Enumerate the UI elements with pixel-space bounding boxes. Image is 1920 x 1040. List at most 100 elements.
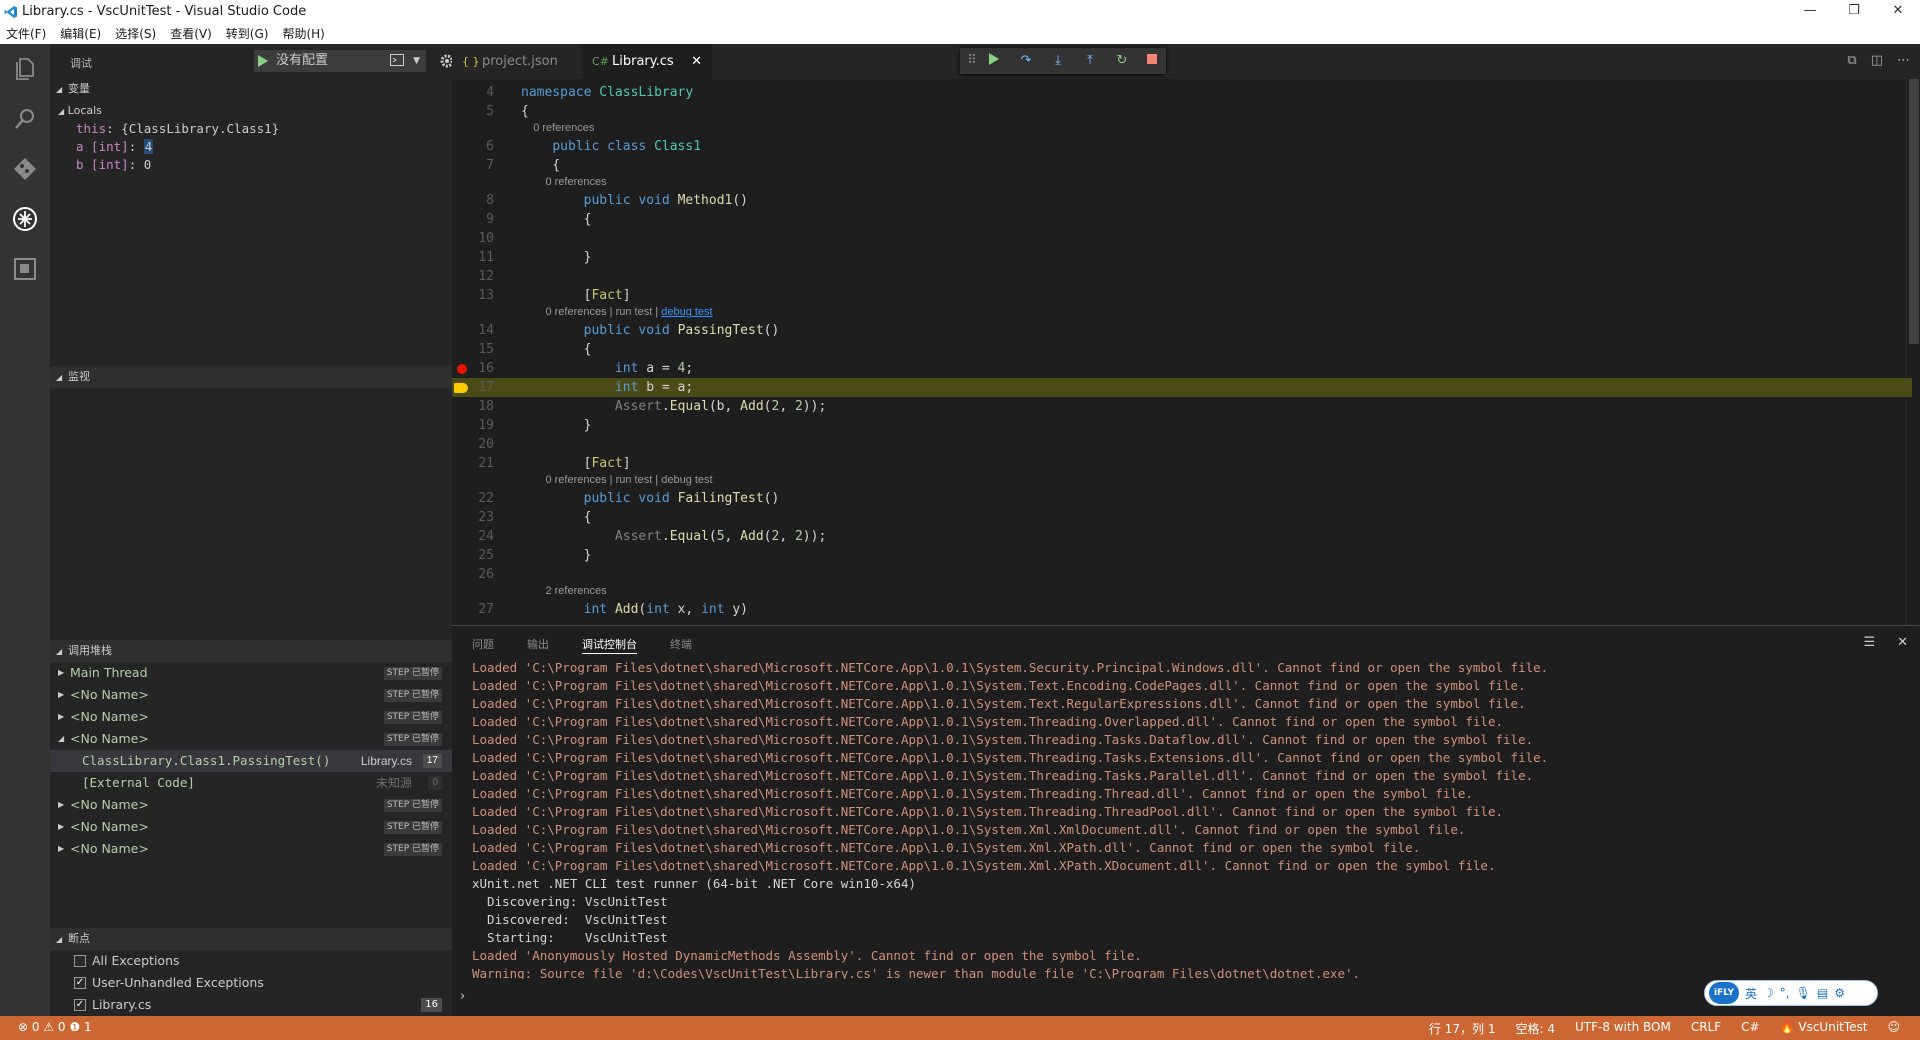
split-editor-icon[interactable]: ◫ bbox=[1871, 53, 1883, 68]
step-over-icon[interactable]: ↷ bbox=[1018, 53, 1034, 69]
thread-row[interactable]: ▶ <No Name> STEP 已暂停 bbox=[50, 794, 452, 816]
code-line[interactable]: 14 public void PassingTest() bbox=[452, 321, 1912, 340]
menu-edit[interactable]: 编辑(E) bbox=[60, 24, 101, 44]
thread-row[interactable]: ◢ <No Name> STEP 已暂停 bbox=[50, 728, 452, 750]
code-line[interactable]: 21 [Fact] bbox=[452, 454, 1912, 473]
menu-help[interactable]: 帮助(H) bbox=[282, 24, 324, 44]
code-line[interactable]: 11 } bbox=[452, 248, 1912, 267]
code-line[interactable]: 12 bbox=[452, 267, 1912, 286]
stack-frame-row[interactable]: [External Code] 未知源 0 bbox=[50, 772, 452, 794]
watch-section-header[interactable]: ◢ 监视 bbox=[50, 366, 452, 388]
code-line[interactable]: 27 int Add(int x, int y) bbox=[452, 600, 1912, 619]
ifly-logo[interactable]: iFLY bbox=[1709, 982, 1739, 1004]
menu-selection[interactable]: 选择(S) bbox=[115, 24, 156, 44]
open-changes-icon[interactable]: ⧉ bbox=[1847, 53, 1856, 68]
breakpoints-section-header[interactable]: ◢ 断点 bbox=[50, 928, 452, 950]
close-tab-icon[interactable]: ✕ bbox=[691, 44, 702, 79]
variables-section-header[interactable]: ◢ 变量 bbox=[50, 78, 452, 100]
code-line[interactable]: 8 public void Method1() bbox=[452, 191, 1912, 210]
more-actions-icon[interactable]: ⋯ bbox=[1897, 53, 1910, 68]
restore-button[interactable]: ❐ bbox=[1832, 0, 1876, 24]
gear-icon[interactable]: ⚙ bbox=[1834, 986, 1845, 1000]
close-panel-icon[interactable]: ✕ bbox=[1897, 635, 1908, 650]
info-indicator[interactable]: ❶ 1 bbox=[69, 1020, 91, 1034]
thread-row[interactable]: ▶ Main Thread STEP 已暂停 bbox=[50, 662, 452, 684]
files-icon[interactable] bbox=[12, 56, 38, 82]
drag-handle-icon[interactable]: ⠿ bbox=[964, 53, 980, 69]
current-code-line[interactable]: 17 int b = a; bbox=[452, 378, 1912, 397]
stop-icon[interactable] bbox=[1144, 53, 1160, 69]
code-line[interactable]: 15 { bbox=[452, 340, 1912, 359]
tab-library-cs[interactable]: C# Library.cs ✕ bbox=[582, 44, 712, 79]
console-icon[interactable] bbox=[390, 54, 404, 66]
project-indicator[interactable]: 🔥 VscUnitTest bbox=[1780, 1020, 1868, 1037]
debug-test-link[interactable]: debug test bbox=[661, 306, 712, 318]
step-out-icon[interactable]: ⤒ bbox=[1082, 53, 1098, 69]
language-mode[interactable]: C# bbox=[1741, 1020, 1759, 1037]
breakpoint-checkbox[interactable]: ✓ bbox=[74, 977, 86, 989]
line-endings[interactable]: CRLF bbox=[1691, 1020, 1721, 1037]
menu-view[interactable]: 查看(V) bbox=[170, 24, 212, 44]
tab-debug-console[interactable]: 调试控制台 bbox=[582, 636, 637, 654]
code-lens[interactable]: 0 references | run test | debug test bbox=[521, 473, 1920, 488]
variable-row[interactable]: b [int]: 0 bbox=[50, 154, 452, 176]
ime-lang-toggle[interactable]: 英 bbox=[1745, 985, 1757, 1002]
callstack-section-header[interactable]: ◢ 调用堆栈 bbox=[50, 640, 452, 662]
code-line[interactable]: 5{ bbox=[452, 102, 1912, 121]
clear-console-icon[interactable]: ☰ bbox=[1863, 635, 1875, 650]
code-lens[interactable]: 2 references bbox=[521, 584, 1920, 599]
console-prompt[interactable]: › bbox=[460, 989, 465, 1004]
code-lens[interactable]: 0 references bbox=[521, 175, 1920, 190]
warnings-indicator[interactable]: ⚠ 0 bbox=[43, 1020, 65, 1034]
code-lens[interactable]: 0 references | run test | debug test bbox=[521, 305, 1920, 320]
punctuation-icon[interactable]: °, bbox=[1780, 986, 1790, 1000]
tab-project-json[interactable]: { } project.json bbox=[452, 44, 582, 79]
start-debug-icon[interactable] bbox=[258, 55, 268, 67]
keyboard-icon[interactable]: ▤ bbox=[1817, 986, 1828, 1000]
indentation[interactable]: 空格: 4 bbox=[1515, 1020, 1555, 1037]
breakpoint-row[interactable]: ✓ User-Unhandled Exceptions bbox=[50, 972, 452, 994]
thread-row[interactable]: ▶ <No Name> STEP 已暂停 bbox=[50, 816, 452, 838]
code-lens[interactable]: 0 references bbox=[521, 121, 1920, 136]
code-line[interactable]: 25 } bbox=[452, 546, 1912, 565]
extensions-icon[interactable] bbox=[12, 256, 38, 282]
code-line[interactable]: 4 namespace ClassLibrary bbox=[452, 83, 1912, 102]
feedback-icon[interactable]: ☺ bbox=[1887, 1020, 1900, 1037]
thread-row[interactable]: ▶ <No Name> STEP 已暂停 bbox=[50, 684, 452, 706]
step-into-icon[interactable]: ⤓ bbox=[1050, 53, 1066, 69]
microphone-icon[interactable]: 🎙 bbox=[1796, 986, 1811, 1000]
breakpoint-row[interactable]: All Exceptions bbox=[50, 950, 452, 972]
code-line[interactable]: 23 { bbox=[452, 508, 1912, 527]
menu-go[interactable]: 转到(G) bbox=[226, 24, 269, 44]
breakpoint-checkbox[interactable] bbox=[74, 955, 86, 967]
stack-frame-row[interactable]: ClassLibrary.Class1.PassingTest() Library… bbox=[50, 750, 452, 772]
git-icon[interactable] bbox=[12, 156, 38, 182]
code-line[interactable]: 19 } bbox=[452, 416, 1912, 435]
debug-icon[interactable] bbox=[12, 206, 38, 232]
code-line[interactable]: 24 Assert.Equal(5, Add(2, 2)); bbox=[452, 527, 1912, 546]
code-line[interactable]: 6 public class Class1 bbox=[452, 137, 1912, 156]
errors-indicator[interactable]: ⊗ 0 bbox=[18, 1020, 40, 1034]
code-line[interactable]: 20 bbox=[452, 435, 1912, 454]
search-icon[interactable] bbox=[12, 106, 38, 132]
tab-problems[interactable]: 问题 bbox=[472, 636, 494, 654]
code-line[interactable]: 26 bbox=[452, 565, 1912, 584]
breakpoint-row[interactable]: ✓ Library.cs 16 bbox=[50, 994, 452, 1016]
code-line[interactable]: 7 { bbox=[452, 156, 1912, 175]
restart-icon[interactable]: ↻ bbox=[1114, 53, 1130, 69]
thread-row[interactable]: ▶ <No Name> STEP 已暂停 bbox=[50, 838, 452, 860]
code-line[interactable]: 13 [Fact] bbox=[452, 286, 1912, 305]
breakpoint-checkbox[interactable]: ✓ bbox=[74, 999, 86, 1011]
continue-icon[interactable] bbox=[986, 53, 1002, 69]
moon-icon[interactable]: ☽ bbox=[1763, 986, 1774, 1000]
code-line[interactable]: 16 int a = 4; bbox=[452, 359, 1912, 378]
code-line[interactable]: 10 bbox=[452, 229, 1912, 248]
close-window-button[interactable]: ✕ bbox=[1876, 0, 1920, 24]
encoding[interactable]: UTF-8 with BOM bbox=[1575, 1020, 1671, 1037]
code-line[interactable]: 22 public void FailingTest() bbox=[452, 489, 1912, 508]
menu-file[interactable]: 文件(F) bbox=[6, 24, 46, 44]
code-line[interactable]: 9 { bbox=[452, 210, 1912, 229]
cursor-position[interactable]: 行 17，列 1 bbox=[1429, 1020, 1496, 1037]
minimize-button[interactable]: — bbox=[1788, 0, 1832, 24]
tab-output[interactable]: 输出 bbox=[527, 636, 549, 654]
